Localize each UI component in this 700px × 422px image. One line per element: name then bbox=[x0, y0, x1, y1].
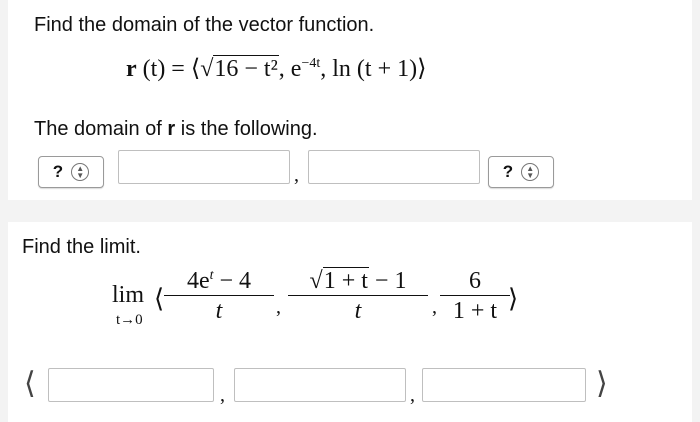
vector-function-expression: r (t) = ⟨√16 − t², e−4t, ln (t + 1)⟩ bbox=[126, 54, 426, 83]
fraction-2: √1 + t − 1 t bbox=[288, 267, 428, 325]
left-select-value: ? bbox=[52, 162, 64, 181]
limit-component-1-input[interactable] bbox=[48, 368, 214, 402]
f1-num-rest: − 4 bbox=[213, 268, 252, 294]
label-post: is the following. bbox=[175, 118, 318, 140]
lim-subscript: t→0 bbox=[116, 312, 143, 328]
fraction-1-denominator: t bbox=[215, 298, 223, 324]
fraction-2-denominator: t bbox=[354, 298, 362, 324]
limit-prompt: Find the limit. bbox=[22, 236, 141, 258]
lim-word: lim bbox=[112, 282, 145, 308]
domain-upper-input[interactable] bbox=[308, 150, 480, 184]
domain-prompt: Find the domain of the vector function. bbox=[34, 14, 375, 36]
function-middle: , e bbox=[278, 56, 302, 82]
chevron-updown-icon: ▲ ▼ bbox=[71, 163, 90, 181]
f2-num-rest: − 1 bbox=[368, 268, 407, 294]
left-bracket-select[interactable]: ? ▲ ▼ bbox=[38, 156, 104, 188]
f1-num-base: 4e bbox=[186, 268, 210, 294]
answer-comma-1: , bbox=[220, 384, 225, 406]
answer-open-angle: ⟨ bbox=[24, 366, 36, 401]
limit-open-angle: ⟨ bbox=[154, 284, 165, 313]
function-name: r bbox=[126, 56, 137, 82]
fraction-3-denominator: 1 + t bbox=[452, 298, 498, 324]
domain-comma: , bbox=[294, 164, 299, 186]
limit-sep-1: , bbox=[276, 296, 281, 318]
domain-question-panel: Find the domain of the vector function. … bbox=[8, 0, 692, 200]
limit-component-2-input[interactable] bbox=[234, 368, 406, 402]
domain-lower-input[interactable] bbox=[118, 150, 290, 184]
function-end: , ln (t + 1)⟩ bbox=[320, 56, 427, 82]
domain-answer-label: The domain of r is the following. bbox=[34, 118, 318, 141]
fraction-3-numerator: 6 bbox=[440, 268, 510, 296]
sqrt-argument: 16 − t² bbox=[213, 55, 279, 82]
label-pre: The domain of bbox=[34, 118, 168, 140]
limit-component-3-input[interactable] bbox=[422, 368, 586, 402]
right-bracket-select[interactable]: ? ▲ ▼ bbox=[488, 156, 554, 188]
fraction-2-numerator: √1 + t − 1 bbox=[288, 267, 428, 296]
answer-close-angle: ⟩ bbox=[596, 366, 608, 401]
f2-sqrt-argument: 1 + t bbox=[322, 267, 369, 294]
fraction-3: 6 1 + t bbox=[440, 268, 510, 325]
right-select-value: ? bbox=[502, 162, 514, 181]
fraction-1: 4et − 4 t bbox=[164, 268, 274, 325]
exponent: −4t bbox=[301, 56, 321, 71]
f2-sqrt-symbol: √ bbox=[309, 268, 323, 294]
chevron-updown-icon: ▲ ▼ bbox=[521, 163, 540, 181]
sqrt-symbol: √ bbox=[200, 56, 214, 82]
limit-sep-2: , bbox=[432, 296, 437, 318]
limit-close-angle: ⟩ bbox=[508, 284, 519, 313]
limit-question-panel: Find the limit. lim t→0 ⟨ 4et − 4 t , √1… bbox=[8, 222, 692, 422]
answer-comma-2: , bbox=[410, 384, 415, 406]
function-arg: (t) = ⟨ bbox=[136, 56, 201, 82]
fraction-1-numerator: 4et − 4 bbox=[164, 268, 274, 296]
